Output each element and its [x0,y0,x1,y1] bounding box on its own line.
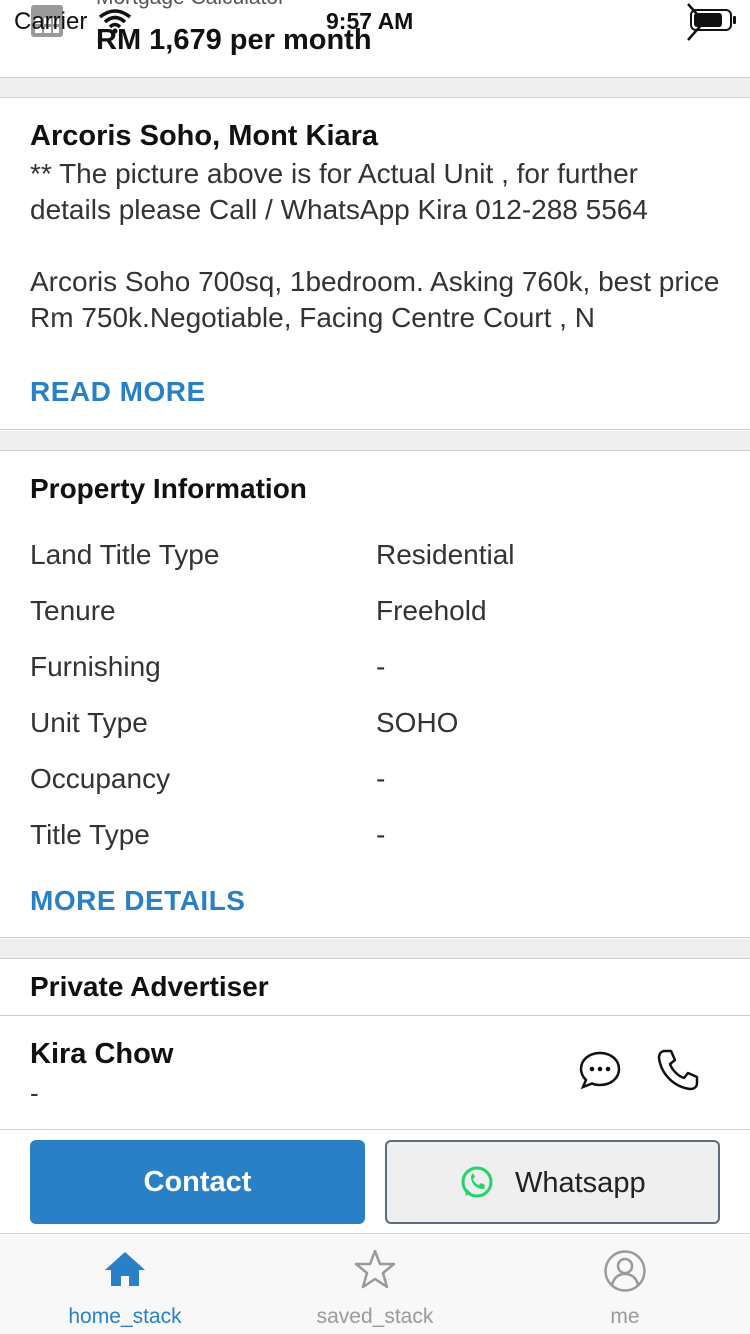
user-icon [604,1250,646,1292]
tab-saved-stack-label: saved_stack [316,1305,434,1328]
tab-me-label: me [610,1305,640,1328]
info-row-land-title-type: Land Title Type Residential [30,539,720,595]
agent-name: Kira Chow [30,1038,174,1070]
info-key: Unit Type [30,707,148,738]
tab-home-stack-label: home_stack [68,1305,182,1328]
carrier-label: Carrier [14,8,88,35]
read-more-link[interactable]: READ MORE [30,376,206,408]
top-bar: Mortgage Calculator Carrier 9:57 AM RM 1… [0,0,750,78]
info-row-tenure: Tenure Freehold [30,595,720,651]
listing-description: Arcoris Soho, Mont Kiara ** The picture … [0,98,750,430]
action-bar: Contact Whatsapp [0,1131,750,1234]
agent-subtitle: - [30,1078,39,1108]
agent-card: Kira Chow - [0,1016,750,1130]
chat-icon[interactable] [578,1050,622,1090]
listing-title: Arcoris Soho, Mont Kiara [30,120,379,152]
property-information-title: Property Information [30,473,307,504]
battery-icon [690,9,736,31]
whatsapp-icon [461,1166,493,1198]
info-key: Tenure [30,595,116,626]
star-icon [354,1249,396,1289]
tab-bar: home_stack saved_stack me [0,1235,750,1334]
info-value: Freehold [376,595,487,626]
info-value: - [376,651,386,682]
more-details-link[interactable]: MORE DETAILS [30,885,245,917]
phone-icon[interactable] [656,1048,700,1092]
advertiser-heading: Private Advertiser [0,959,750,1016]
listing-description-text: ** The picture above is for Actual Unit … [30,158,720,333]
mortgage-value[interactable]: RM 1,679 per month [96,24,372,57]
info-row-unit-type: Unit Type SOHO [30,707,720,763]
whatsapp-button-label: Whatsapp [515,1167,646,1199]
section-divider [0,431,750,451]
section-divider [0,939,750,959]
property-information: Property Information Land Title Type Res… [0,451,750,938]
tab-me[interactable]: me [500,1235,750,1334]
info-key: Occupancy [30,763,171,794]
tab-saved-stack[interactable]: saved_stack [250,1235,500,1334]
info-value: - [376,819,386,850]
section-divider [0,78,750,98]
info-key: Land Title Type [30,539,220,570]
info-row-occupancy: Occupancy - [30,763,720,819]
info-value: Residential [376,539,515,570]
info-value: - [376,763,386,794]
info-key: Title Type [30,819,150,850]
whatsapp-button[interactable]: Whatsapp [385,1140,720,1224]
info-value: SOHO [376,707,459,738]
info-row-furnishing: Furnishing - [30,651,720,707]
advertiser-heading-label: Private Advertiser [30,971,269,1002]
info-key: Furnishing [30,651,161,682]
info-row-title-type: Title Type - [30,819,720,875]
home-icon [105,1252,145,1286]
contact-button[interactable]: Contact [30,1140,365,1224]
tab-home-stack[interactable]: home_stack [0,1235,250,1334]
